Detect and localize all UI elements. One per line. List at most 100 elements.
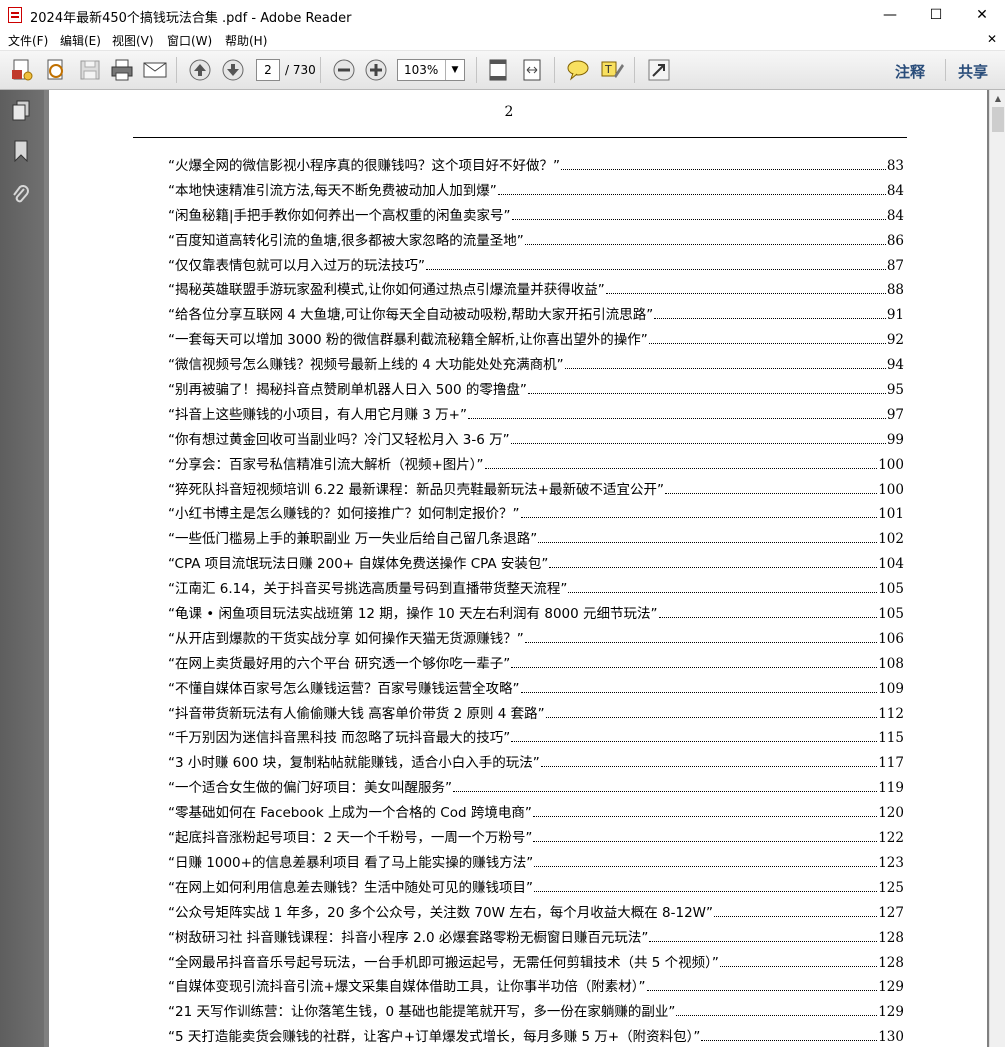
annotate-link[interactable]: 注释: [895, 61, 925, 82]
zoom-out-icon[interactable]: [330, 56, 358, 84]
toc-entry[interactable]: “闲鱼秘籍|手把手教你如何养出一个高权重的闲鱼卖家号” 84: [168, 204, 904, 229]
page-total-label: / 730: [285, 63, 316, 77]
toc-entry-title: “全网最吊抖音音乐号起号玩法，一台手机即可搬运起号，无需任何剪辑技术（共 5 个…: [168, 954, 719, 971]
page-thumbnails-icon[interactable]: [8, 98, 34, 124]
menu-view[interactable]: 视图(V): [112, 32, 154, 49]
scroll-up-icon[interactable]: ▲: [990, 90, 1005, 106]
toc-entry[interactable]: “CPA 项目流氓玩法日赚 200+ 自媒体免费送操作 CPA 安装包” 104: [168, 552, 904, 577]
close-document-button[interactable]: ✕: [987, 32, 997, 46]
save-icon[interactable]: [76, 56, 104, 84]
zoom-in-icon[interactable]: [362, 56, 390, 84]
menu-window[interactable]: 窗口(W): [167, 32, 212, 49]
toc-entry[interactable]: “百度知道高转化引流的鱼塘,很多都被大家忽略的流量圣地” 86: [168, 229, 904, 254]
toc-entry[interactable]: “你有想过黄金回收可当副业吗？冷门又轻松月入 3-6 万” 99: [168, 428, 904, 453]
close-button[interactable]: ✕: [959, 0, 1005, 30]
toc-entry[interactable]: “3 小时赚 600 块，复制粘帖就能赚钱，适合小白入手的玩法” 117: [168, 751, 904, 776]
minimize-button[interactable]: —: [867, 0, 913, 30]
toc-entry[interactable]: “在网上卖货最好用的六个平台 研究透一个够你吃一辈子” 108: [168, 652, 904, 677]
toc-entry[interactable]: “一套每天可以增加 3000 粉的微信群暴利截流秘籍全解析,让你喜出望外的操作”…: [168, 328, 904, 353]
expand-icon[interactable]: [645, 56, 673, 84]
toc-entry-page: 97: [886, 406, 904, 423]
scrollbar-thumb[interactable]: [992, 107, 1004, 132]
toc-entry[interactable]: “零基础如何在 Facebook 上成为一个合格的 Cod 跨境电商” 120: [168, 801, 904, 826]
chevron-down-icon[interactable]: ▼: [445, 60, 464, 80]
toc-entry[interactable]: “龟课 • 闲鱼项目玩法实战班第 12 期，操作 10 天左右利润有 8000 …: [168, 602, 904, 627]
toc-entry[interactable]: “别再被骗了！揭秘抖音点赞刷单机器人日入 500 的零撸盘” 95: [168, 378, 904, 403]
previous-page-icon[interactable]: [186, 56, 214, 84]
toc-entry-page: 117: [878, 755, 904, 772]
toc-entry-page: 102: [878, 531, 904, 548]
toolbar-separator: [945, 59, 946, 81]
toc-entry[interactable]: “日赚 1000+的信息差暴利项目 看了马上能实操的赚钱方法” 123: [168, 851, 904, 876]
fit-width-icon[interactable]: [518, 56, 546, 84]
toc-entry-title: “猝死队抖音短视频培训 6.22 最新课程：新品贝壳鞋最新玩法+最新破不适宜公开…: [168, 481, 664, 498]
toc-entry[interactable]: “全网最吊抖音音乐号起号玩法，一台手机即可搬运起号，无需任何剪辑技术（共 5 个…: [168, 951, 904, 976]
share-link[interactable]: 共享: [958, 61, 988, 82]
edit-pdf-icon[interactable]: [42, 56, 70, 84]
toc-entry[interactable]: “自媒体变现引流抖音引流+爆文采集自媒体借助工具，让你事半功倍（附素材）” 129: [168, 975, 904, 1000]
toc-entry[interactable]: “小红书博主是怎么赚钱的？如何接推广？如何制定报价？” 101: [168, 502, 904, 527]
menu-file[interactable]: 文件(F): [8, 32, 48, 49]
toc-leader-dots: [520, 505, 878, 519]
toc-entry[interactable]: “树敌研习社 抖音赚钱课程：抖音小程序 2.0 必爆套路零粉无橱窗日赚百元玩法”…: [168, 926, 904, 951]
toc-entry-page: 112: [878, 705, 904, 722]
toc-entry[interactable]: “火爆全网的微信影视小程序真的很赚钱吗？这个项目好不好做？” 83: [168, 154, 904, 179]
create-pdf-icon[interactable]: [8, 56, 36, 84]
toc-entry-title: “揭秘英雄联盟手游玩家盈利模式,让你如何通过热点引爆流量并获得收益”: [168, 282, 605, 299]
highlight-text-icon[interactable]: T: [598, 56, 626, 84]
bookmarks-icon[interactable]: [8, 138, 34, 164]
comment-icon[interactable]: [564, 56, 592, 84]
toc-entry-page: 104: [878, 556, 904, 573]
toc-entry[interactable]: “从开店到爆款的干货实战分享 如何操作天猫无货源赚钱？” 106: [168, 627, 904, 652]
email-icon[interactable]: [141, 56, 169, 84]
print-icon[interactable]: [108, 56, 136, 84]
menu-edit[interactable]: 编辑(E): [60, 32, 101, 49]
toc-entry[interactable]: “微信视频号怎么赚钱？视频号最新上线的 4 大功能处处充满商机” 94: [168, 353, 904, 378]
header-rule: [133, 137, 907, 138]
toc-entry[interactable]: “公众号矩阵实战 1 年多，20 多个公众号，关注数 70W 左右，每个月收益大…: [168, 901, 904, 926]
toc-entry-page: 130: [878, 1029, 904, 1046]
toc-leader-dots: [534, 879, 878, 892]
zoom-select[interactable]: 103% ▼: [397, 59, 465, 81]
attachments-icon[interactable]: [8, 182, 34, 208]
toc-entry[interactable]: “在网上如何利用信息差去赚钱？生活中随处可见的赚钱项目” 125: [168, 876, 904, 901]
toc-entry[interactable]: “抖音带货新玩法有人偷偷赚大钱 高客单价带货 2 原则 4 套路” 112: [168, 702, 904, 727]
toc-entry[interactable]: “分享会：百家号私信精准引流大解析（视频+图片）” 100: [168, 453, 904, 478]
document-viewport[interactable]: 2 “火爆全网的微信影视小程序真的很赚钱吗？这个项目好不好做？” 83 “本地快速精…: [44, 90, 989, 1047]
toc-leader-dots: [534, 854, 878, 867]
toc-entry[interactable]: “一些低门槛易上手的兼职副业 万一失业后给自己留几条退路” 102: [168, 527, 904, 552]
toc-entry[interactable]: “千万别因为迷信抖音黑科技 而忽略了玩抖音最大的技巧” 115: [168, 726, 904, 751]
toc-entry[interactable]: “猝死队抖音短视频培训 6.22 最新课程：新品贝壳鞋最新玩法+最新破不适宜公开…: [168, 478, 904, 503]
toc-leader-dots: [511, 207, 886, 220]
toolbar-separator: [554, 57, 555, 83]
zoom-value: 103%: [404, 63, 439, 77]
toc-entry[interactable]: “不懂自媒体百家号怎么赚钱运营？百家号赚钱运营全攻略” 109: [168, 677, 904, 702]
toc-leader-dots: [549, 555, 878, 569]
toc-entry[interactable]: “抖音上这些赚钱的小项目，有人用它月赚 3 万+” 97: [168, 403, 904, 428]
toc-leader-dots: [714, 904, 878, 917]
page-number-input[interactable]: 2: [256, 59, 280, 81]
toc-entry[interactable]: “江南汇 6.14，关于抖音买号挑选高质量号码到直播带货整天流程” 105: [168, 577, 904, 602]
next-page-icon[interactable]: [219, 56, 247, 84]
toc-entry[interactable]: “5 天打造能卖货会赚钱的社群，让客户+订单爆发式增长，每月多赚 5 万+（附资…: [168, 1025, 904, 1047]
toc-entry-title: “闲鱼秘籍|手把手教你如何养出一个高权重的闲鱼卖家号”: [168, 207, 511, 224]
toc-entry-title: “火爆全网的微信影视小程序真的很赚钱吗？这个项目好不好做？”: [168, 158, 560, 174]
toc-leader-dots: [540, 754, 878, 768]
toc-entry[interactable]: “一个适合女生做的偏门好项目：美女叫醒服务” 119: [168, 776, 904, 801]
fit-page-icon[interactable]: [484, 56, 512, 84]
toc-entry-title: “一套每天可以增加 3000 粉的微信群暴利截流秘籍全解析,让你喜出望外的操作”: [168, 332, 648, 349]
toc-entry[interactable]: “起底抖音涨粉起号项目：2 天一个千粉号，一周一个万粉号” 122: [168, 826, 904, 851]
toc-entry[interactable]: “给各位分享互联网 4 大鱼塘,可让你每天全自动被动吸粉,帮助大家开拓引流思路”…: [168, 303, 904, 328]
vertical-scrollbar[interactable]: ▲: [989, 90, 1005, 1047]
toc-entry[interactable]: “本地快速精准引流方法,每天不断免费被动加人加到爆” 84: [168, 179, 904, 204]
toc-entry-title: “给各位分享互联网 4 大鱼塘,可让你每天全自动被动吸粉,帮助大家开拓引流思路”: [168, 307, 654, 324]
toc-entry-page: 125: [878, 879, 904, 896]
toc-entry[interactable]: “21 天写作训练营：让你落笔生钱，0 基础也能提笔就开写，多一份在家躺赚的副业…: [168, 1000, 904, 1025]
toc-entry[interactable]: “仅仅靠表情包就可以月入过万的玩法技巧” 87: [168, 254, 904, 279]
menu-help[interactable]: 帮助(H): [225, 32, 267, 49]
toc-entry-title: “分享会：百家号私信精准引流大解析（视频+图片）”: [168, 456, 484, 473]
toc-entry-title: “你有想过黄金回收可当副业吗？冷门又轻松月入 3-6 万”: [168, 431, 510, 448]
toc-leader-dots: [524, 232, 886, 245]
toc-entry[interactable]: “揭秘英雄联盟手游玩家盈利模式,让你如何通过热点引爆流量并获得收益” 88: [168, 278, 904, 303]
maximize-button[interactable]: ☐: [913, 0, 959, 30]
